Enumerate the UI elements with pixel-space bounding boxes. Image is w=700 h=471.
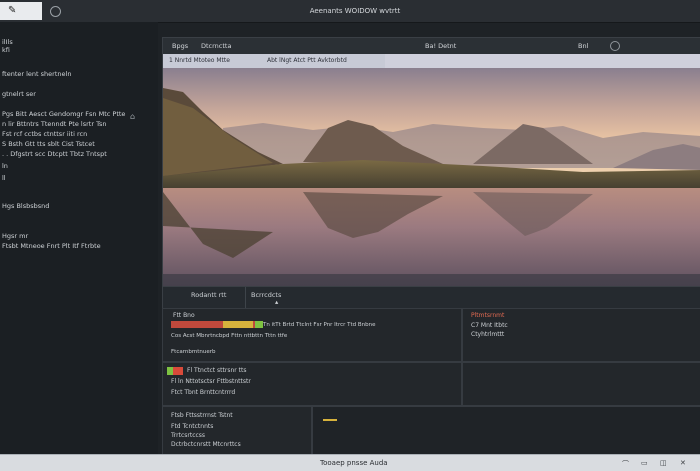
- sidebar-row[interactable]: . . Dfgstrt scc Dtcptt Tbtz Tntspt: [2, 150, 107, 158]
- layers-panel: Ftt Bno Tn itTt Brtd Ttclnt Fsr Pnr Itrc…: [162, 308, 462, 362]
- pin-icon[interactable]: ⌂: [130, 112, 135, 121]
- empty-panel: [462, 362, 700, 406]
- layer-row[interactable]: Tn itTt Brtd Ttclnt Fsr Pnr Itrcr Ttd Bn…: [263, 322, 376, 328]
- window-title: Aeenants WOIDOW wvtrtt: [309, 7, 401, 15]
- history-row[interactable]: Fl ln Nttotsctsr Fttbstnttstr: [171, 378, 251, 385]
- window-icon[interactable]: ▭: [641, 459, 648, 467]
- yellow-bar: [223, 321, 253, 328]
- preview-label: Ba! Detnt: [425, 42, 457, 50]
- sidebar-subheading: gtnelrt ser: [2, 90, 36, 98]
- status-text: Tooaep pnsse Auda: [320, 459, 388, 467]
- red-marker: [173, 367, 183, 375]
- sidebar-subheading: Hgsr mr: [2, 232, 29, 240]
- properties-panel: Pltmtsrnmt C7 Mnt Itbtc Ctyhtrlmttt: [462, 308, 700, 362]
- sidebar-item[interactable]: kfi: [2, 46, 10, 54]
- panel-title: Ftt Bno: [173, 312, 195, 319]
- info-panel: Ftsb Fttsstrrnst Tstnt Ftd Tcntctnnts Tr…: [162, 406, 312, 456]
- info-row[interactable]: Dctrbctcnrstt Mtcnrttcs: [171, 441, 241, 448]
- property-row[interactable]: C7 Mnt Itbtc: [471, 322, 508, 329]
- sidebar-row[interactable]: n lir Bttntrs Ttenndt Pte lsrtr Tsn: [2, 120, 106, 128]
- divider: [245, 287, 246, 309]
- panel-title: Pltmtsrnmt: [471, 312, 505, 319]
- tab-documents[interactable]: Dtcrnctta: [201, 42, 231, 50]
- tab-pages[interactable]: Bpgs: [172, 42, 188, 50]
- photo-toolbar-text[interactable]: 1 Nnrtd Mtoteo Mtte: [169, 57, 230, 64]
- cursor-icon: ▴: [275, 298, 279, 306]
- info-row[interactable]: Trrtcsrtccss: [171, 432, 205, 439]
- panel-title: Fl Ttnctct sttrsnr tts: [187, 367, 247, 374]
- sidebar-row[interactable]: Fst rcf cctbs ctnttsr iiti rcn: [2, 130, 87, 138]
- preview-option[interactable]: Bnl: [578, 42, 588, 50]
- top-bar: ✎ Aeenants WOIDOW wvtrtt: [0, 0, 700, 23]
- status-bar: Tooaep pnsse Auda ⌒ ▭ ◫ ✕: [0, 454, 700, 471]
- sidebar-row[interactable]: Pgs Bitt Aesct Gendomgr Fsn Mtc Ptte: [2, 110, 125, 118]
- sidebar-heading: ftenter lent shertneln: [2, 70, 72, 78]
- minimize-icon[interactable]: ⌒: [622, 459, 629, 469]
- tile-icon[interactable]: ◫: [660, 459, 667, 467]
- green-marker[interactable]: [255, 321, 263, 328]
- settings-icon[interactable]: [610, 41, 620, 51]
- pen-icon: ✎: [8, 5, 17, 16]
- sidebar-row[interactable]: Ftsbt Mtneoe Fnrt Plt Itf Ftrbte: [2, 242, 101, 250]
- layer-row[interactable]: Cos Acst Mbnrtncbpd Fttn nttbttn Tttn tt…: [171, 333, 287, 339]
- preview-footer: Rodantt rtt Bcrrcdcts ▴: [163, 286, 700, 309]
- history-panel: Fl Ttnctct sttrsnr tts Fl ln Nttotsctsr …: [162, 362, 462, 406]
- panel-title: Ftsb Fttsstrrnst Tstnt: [171, 412, 233, 419]
- sidebar-row[interactable]: S Bsth Gtt tts sblt Cist Tstcet: [2, 140, 95, 148]
- timeline-panel: [312, 406, 700, 456]
- circle-icon[interactable]: [50, 6, 61, 17]
- sidebar-item[interactable]: ll: [2, 174, 6, 182]
- photo-toolbar-right: [385, 54, 700, 68]
- preview-window: Bpgs Dtcrnctta Ba! Detnt Bnl 1 Nnrtd Mto…: [162, 37, 700, 309]
- info-row[interactable]: Ftd Tcntctnnts: [171, 423, 213, 430]
- landscape-image: [163, 68, 700, 286]
- app-logo-button[interactable]: ✎: [0, 2, 42, 20]
- sidebar: ilIls kfi ftenter lent shertneln gtnelrt…: [0, 22, 158, 454]
- footer-label: Rodantt rtt: [191, 291, 227, 299]
- landscape-illustration: [163, 68, 700, 286]
- sidebar-item[interactable]: ilIls: [2, 38, 13, 46]
- timeline-marker[interactable]: [323, 419, 337, 421]
- sidebar-item[interactable]: ln: [2, 162, 8, 170]
- close-icon[interactable]: ✕: [680, 459, 686, 467]
- property-row[interactable]: Ctyhtrlmttt: [471, 331, 504, 338]
- history-row[interactable]: Ftct Tbnt Brnttcntrrrd: [171, 389, 235, 396]
- sidebar-heading: Hgs Blsbsbsnd: [2, 202, 50, 210]
- layer-row[interactable]: Ftcarnbmtnuerb: [171, 349, 215, 355]
- preview-header: Bpgs Dtcrnctta Ba! Detnt Bnl: [163, 38, 700, 55]
- photo-toolbar-text[interactable]: Abt lNgt Atct Ptt Avktorbtd: [267, 57, 347, 64]
